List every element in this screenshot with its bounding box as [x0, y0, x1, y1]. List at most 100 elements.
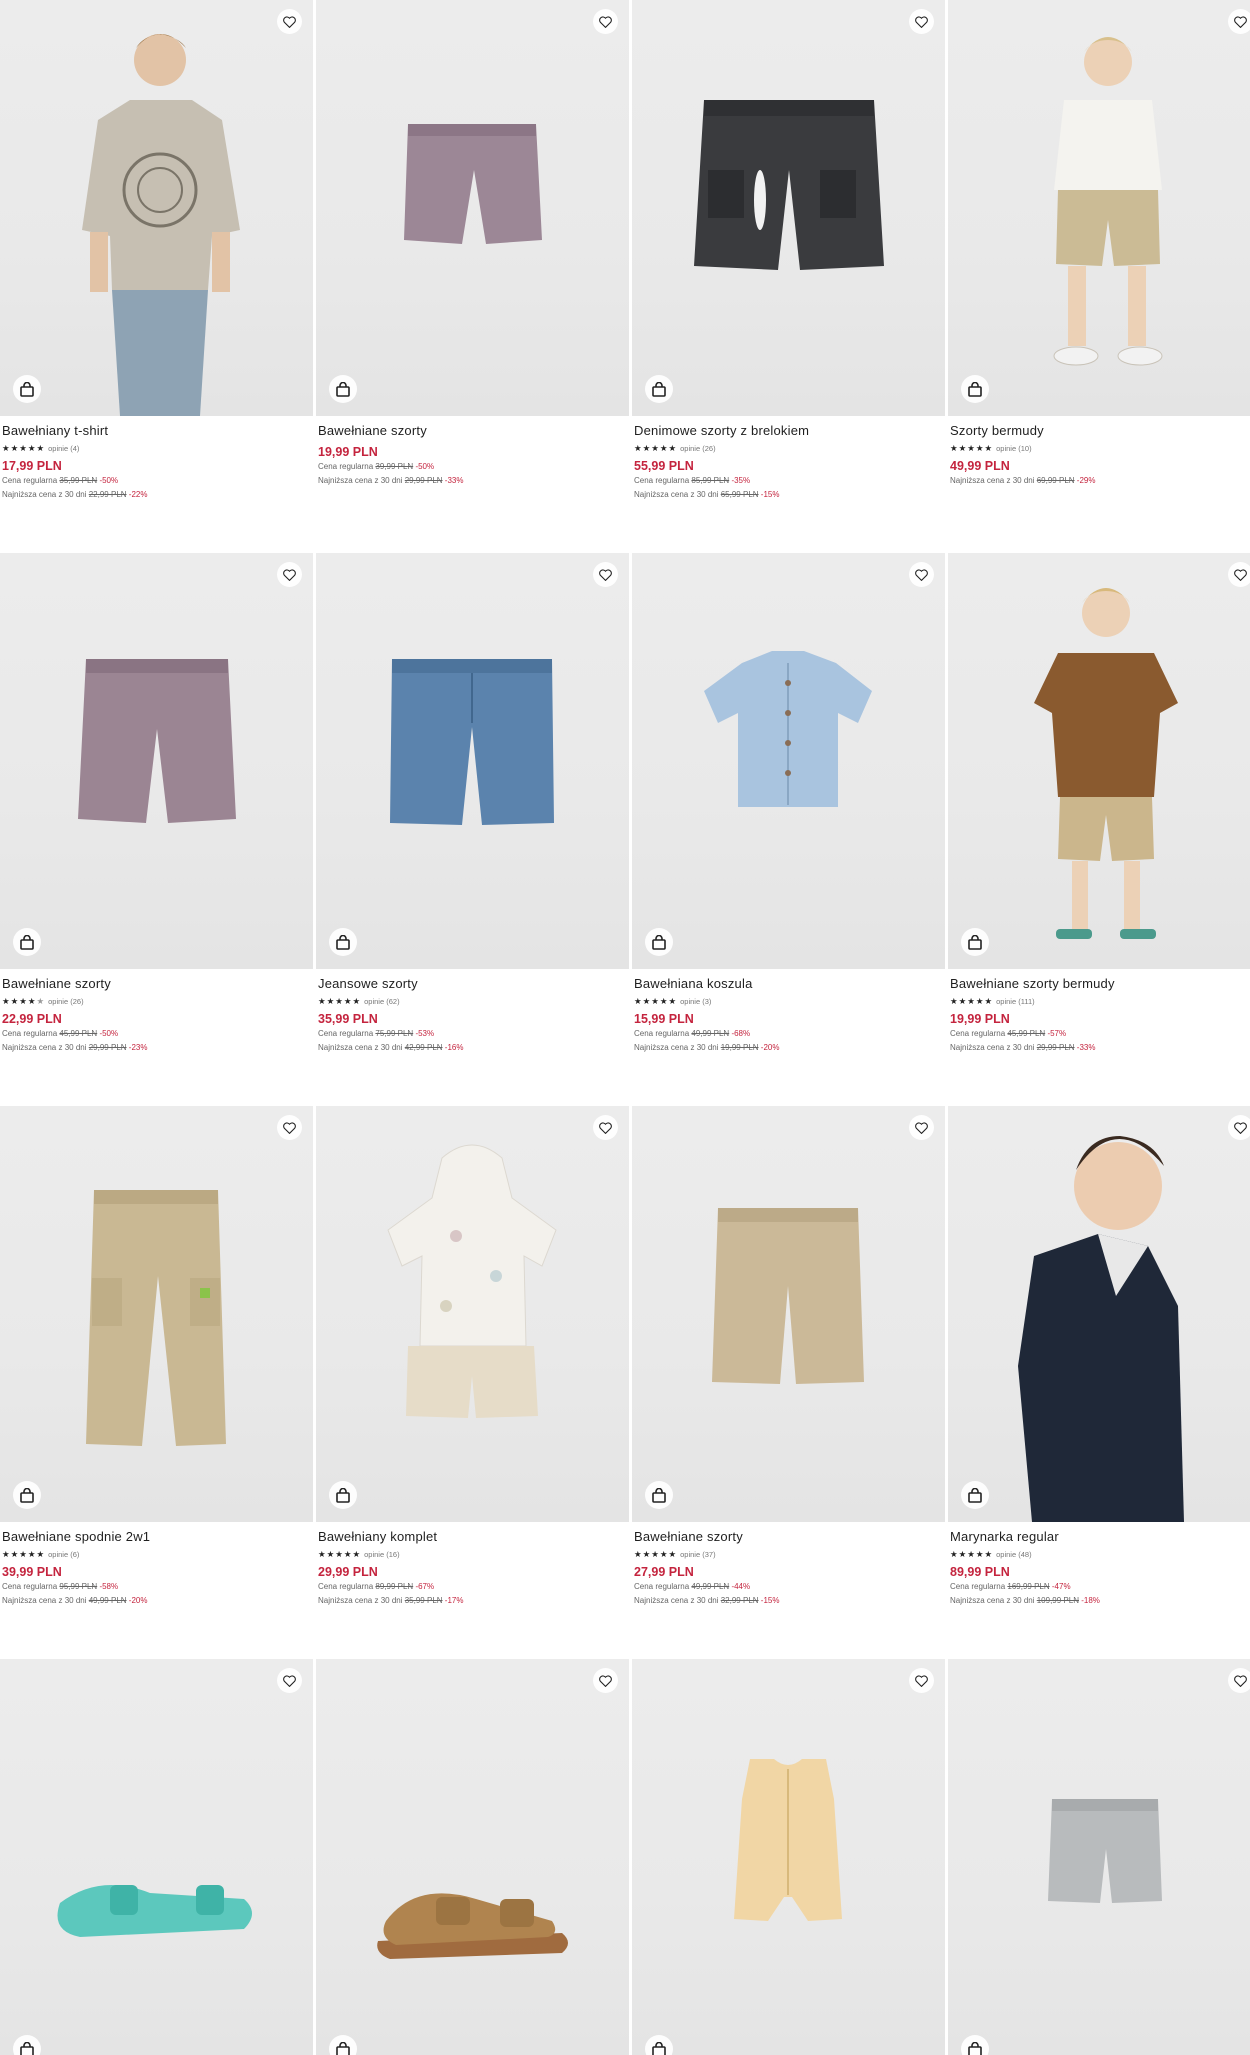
product-card[interactable]: Bawełniane szorty ★ ★ ★ ★ ★ opinie (26) 22,9…	[0, 553, 313, 1106]
product-card[interactable]: Marynarka regular ★ ★ ★ ★ ★ opinie (48) 89,9…	[948, 1106, 1250, 1659]
product-card[interactable]: Bawełniany t-shirt ★ ★ ★ ★ ★ opinie (4) 17,9…	[0, 0, 313, 553]
product-image[interactable]	[316, 0, 629, 416]
product-price: 35,99 PLN	[318, 1012, 378, 1026]
add-to-wishlist-button[interactable]	[1228, 9, 1250, 34]
add-to-cart-button[interactable]	[961, 2035, 989, 2055]
product-name[interactable]: Bawełniane szorty	[2, 976, 311, 994]
product-image[interactable]	[0, 553, 313, 969]
star-icon: ★	[326, 996, 335, 1007]
product-name[interactable]: Denimowe szorty z brelokiem	[634, 423, 943, 441]
add-to-cart-button[interactable]	[329, 1481, 357, 1509]
product-image[interactable]	[632, 1659, 945, 2055]
add-to-cart-button[interactable]	[329, 375, 357, 403]
product-name[interactable]: Jeansowe szorty	[318, 976, 627, 994]
add-to-wishlist-button[interactable]	[277, 1115, 302, 1140]
product-name[interactable]: Bawełniana koszula	[634, 976, 943, 994]
product-card[interactable]	[0, 1659, 313, 2055]
product-image[interactable]	[632, 1106, 945, 1522]
product-name[interactable]: Bawełniany komplet	[318, 1529, 627, 1547]
add-to-wishlist-button[interactable]	[1228, 562, 1250, 587]
product-card[interactable]: Szorty bermudy ★ ★ ★ ★ ★ opinie (10) 49,99 P…	[948, 0, 1250, 553]
review-count[interactable]: opinie (37)	[680, 1550, 715, 1559]
review-count[interactable]: opinie (48)	[996, 1550, 1031, 1559]
product-card[interactable]: Bawełniane szorty bermudy ★ ★ ★ ★ ★ opinie (…	[948, 553, 1250, 1106]
product-name[interactable]: Marynarka regular	[950, 1529, 1250, 1547]
product-image[interactable]	[632, 0, 945, 416]
star-icon: ★	[10, 1549, 19, 1560]
review-count[interactable]: opinie (6)	[48, 1550, 79, 1559]
product-image[interactable]	[948, 0, 1250, 416]
product-image[interactable]	[316, 1659, 629, 2055]
product-image[interactable]	[948, 1106, 1250, 1522]
product-image[interactable]	[316, 553, 629, 969]
product-card[interactable]: Denimowe szorty z brelokiem ★ ★ ★ ★ ★ opinie…	[632, 0, 945, 553]
add-to-wishlist-button[interactable]	[277, 9, 302, 34]
add-to-cart-button[interactable]	[329, 2035, 357, 2055]
add-to-cart-button[interactable]	[329, 928, 357, 956]
review-count[interactable]: opinie (26)	[48, 997, 83, 1006]
product-card[interactable]: Bawełniana koszula ★ ★ ★ ★ ★ opinie (3) 15,9…	[632, 553, 945, 1106]
lowest-price: 65,99 PLN	[720, 490, 759, 499]
add-to-wishlist-button[interactable]	[909, 9, 934, 34]
add-to-cart-button[interactable]	[961, 928, 989, 956]
product-card[interactable]: Bawełniane szorty 19,99 PLN Cena regular…	[316, 0, 629, 553]
add-to-wishlist-button[interactable]	[277, 562, 302, 587]
add-to-wishlist-button[interactable]	[1228, 1115, 1250, 1140]
lowest-price-label: Najniższa cena z 30 dni	[950, 1596, 1035, 1605]
review-count[interactable]: opinie (111)	[996, 997, 1035, 1006]
add-to-cart-button[interactable]	[645, 375, 673, 403]
add-to-wishlist-button[interactable]	[277, 1668, 302, 1693]
review-count[interactable]: opinie (16)	[364, 1550, 399, 1559]
review-count[interactable]: opinie (4)	[48, 444, 79, 453]
product-card[interactable]: Bawełniane spodnie 2w1 ★ ★ ★ ★ ★ opinie (6) …	[0, 1106, 313, 1659]
add-to-cart-button[interactable]	[645, 928, 673, 956]
add-to-cart-button[interactable]	[961, 375, 989, 403]
rating-stars: ★ ★ ★ ★ ★	[950, 444, 992, 453]
star-icon: ★	[659, 443, 668, 454]
add-to-wishlist-button[interactable]	[593, 1668, 618, 1693]
product-card[interactable]	[316, 1659, 629, 2055]
add-to-cart-button[interactable]	[13, 2035, 41, 2055]
add-to-wishlist-button[interactable]	[909, 562, 934, 587]
product-card[interactable]: Bawełniany komplet ★ ★ ★ ★ ★ opinie (16) 29,…	[316, 1106, 629, 1659]
product-image[interactable]	[0, 1106, 313, 1522]
add-to-wishlist-button[interactable]	[909, 1115, 934, 1140]
product-name[interactable]: Bawełniane szorty	[318, 423, 627, 441]
product-price: 17,99 PLN	[2, 459, 62, 473]
add-to-cart-button[interactable]	[13, 928, 41, 956]
product-name[interactable]: Bawełniany t-shirt	[2, 423, 311, 441]
star-icon: ★	[950, 443, 958, 454]
add-to-cart-button[interactable]	[13, 1481, 41, 1509]
product-card[interactable]: Jeansowe szorty ★ ★ ★ ★ ★ opinie (62) 35,99 …	[316, 553, 629, 1106]
product-image[interactable]	[316, 1106, 629, 1522]
review-count[interactable]: opinie (26)	[680, 444, 715, 453]
product-name[interactable]: Bawełniane szorty	[634, 1529, 943, 1547]
add-to-wishlist-button[interactable]	[593, 9, 618, 34]
product-image[interactable]	[632, 553, 945, 969]
product-image[interactable]	[0, 0, 313, 416]
review-count[interactable]: opinie (3)	[680, 997, 711, 1006]
product-image[interactable]	[948, 553, 1250, 969]
product-name[interactable]: Szorty bermudy	[950, 423, 1250, 441]
add-to-cart-button[interactable]	[961, 1481, 989, 1509]
add-to-wishlist-button[interactable]	[593, 562, 618, 587]
add-to-wishlist-button[interactable]	[1228, 1668, 1250, 1693]
review-count[interactable]: opinie (10)	[996, 444, 1031, 453]
lowest-price-line: Najniższa cena z 30 dni 49,99 PLN -20%	[2, 1596, 311, 1609]
product-name[interactable]: Bawełniane spodnie 2w1	[2, 1529, 311, 1547]
product-image[interactable]	[948, 1659, 1250, 2055]
add-to-cart-button[interactable]	[645, 2035, 673, 2055]
add-to-cart-button[interactable]	[645, 1481, 673, 1509]
star-icon: ★	[335, 1549, 343, 1560]
product-name[interactable]: Bawełniane szorty bermudy	[950, 976, 1250, 994]
add-to-wishlist-button[interactable]	[593, 1115, 618, 1140]
star-icon: ★	[958, 996, 967, 1007]
review-count[interactable]: opinie (62)	[364, 997, 399, 1006]
add-to-wishlist-button[interactable]	[909, 1668, 934, 1693]
product-card[interactable]: Bawełniane szorty ★ ★ ★ ★ ★ opinie (37) 27,9…	[632, 1106, 945, 1659]
product-image[interactable]	[0, 1659, 313, 2055]
product-card[interactable]	[632, 1659, 945, 2055]
product-card[interactable]	[948, 1659, 1250, 2055]
product-info: Bawełniane spodnie 2w1 ★ ★ ★ ★ ★ opinie (6) …	[0, 1522, 313, 1609]
add-to-cart-button[interactable]	[13, 375, 41, 403]
